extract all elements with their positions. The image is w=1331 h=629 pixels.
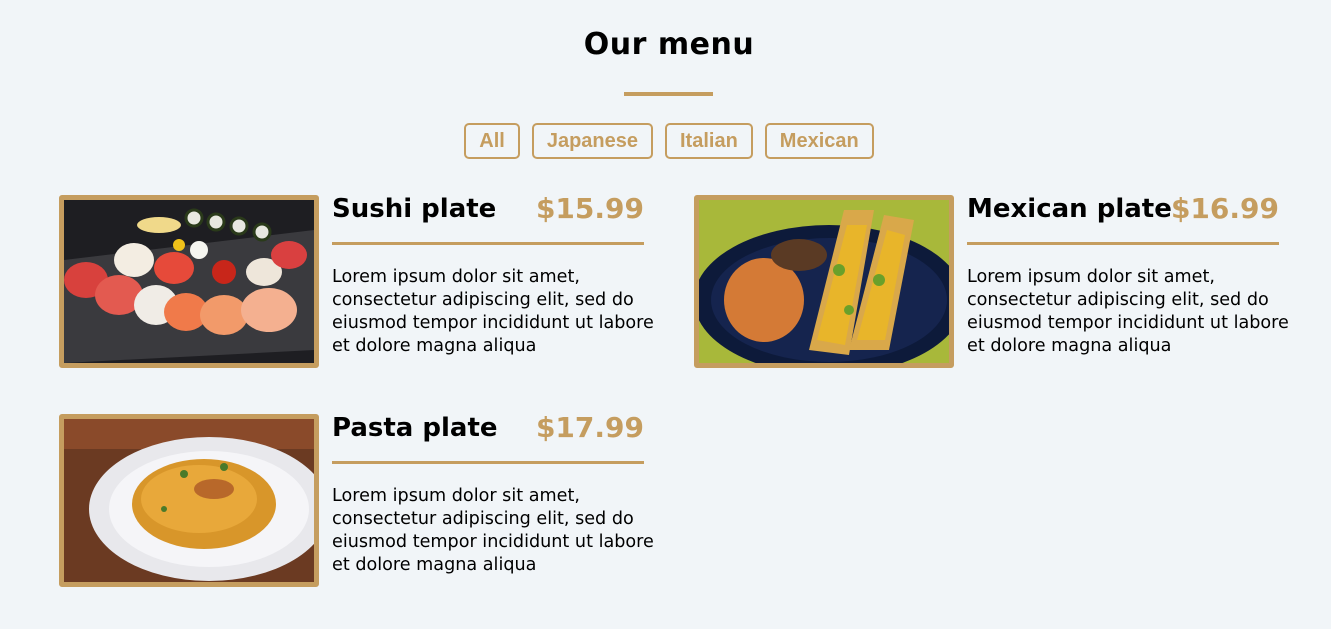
menu-item-mexican: Mexican plate $16.99 Lorem ipsum dolor s…: [694, 192, 1289, 369]
sushi-photo: [59, 195, 319, 368]
menu-item-sushi: Sushi plate $15.99 Lorem ipsum dolor sit…: [59, 192, 654, 369]
item-price: $17.99: [535, 411, 644, 444]
item-header: Sushi plate $15.99: [332, 192, 644, 245]
item-price: $15.99: [535, 192, 644, 225]
item-name: Sushi plate: [332, 194, 497, 224]
item-header: Mexican plate $16.99: [967, 192, 1279, 245]
item-description: Lorem ipsum dolor sit amet, consectetur …: [332, 267, 654, 356]
title-underline: [624, 92, 713, 96]
filter-all-button[interactable]: All: [464, 123, 520, 159]
item-price: $16.99: [1170, 192, 1279, 225]
item-name: Pasta plate: [332, 413, 498, 443]
filter-bar: All Japanese Italian Mexican: [0, 123, 1331, 159]
page-title: Our menu: [583, 27, 755, 62]
item-name: Mexican plate: [967, 194, 1172, 224]
item-description: Lorem ipsum dolor sit amet, consectetur …: [967, 267, 1289, 356]
item-header: Pasta plate $17.99: [332, 411, 644, 464]
filter-mexican-button[interactable]: Mexican: [764, 123, 874, 159]
pasta-photo: [59, 414, 319, 587]
item-description: Lorem ipsum dolor sit amet, consectetur …: [332, 486, 654, 575]
filter-japanese-button[interactable]: Japanese: [531, 123, 653, 159]
tacos-photo: [694, 195, 954, 368]
menu-item-pasta: Pasta plate $17.99 Lorem ipsum dolor sit…: [59, 411, 654, 588]
filter-italian-button[interactable]: Italian: [665, 123, 753, 159]
